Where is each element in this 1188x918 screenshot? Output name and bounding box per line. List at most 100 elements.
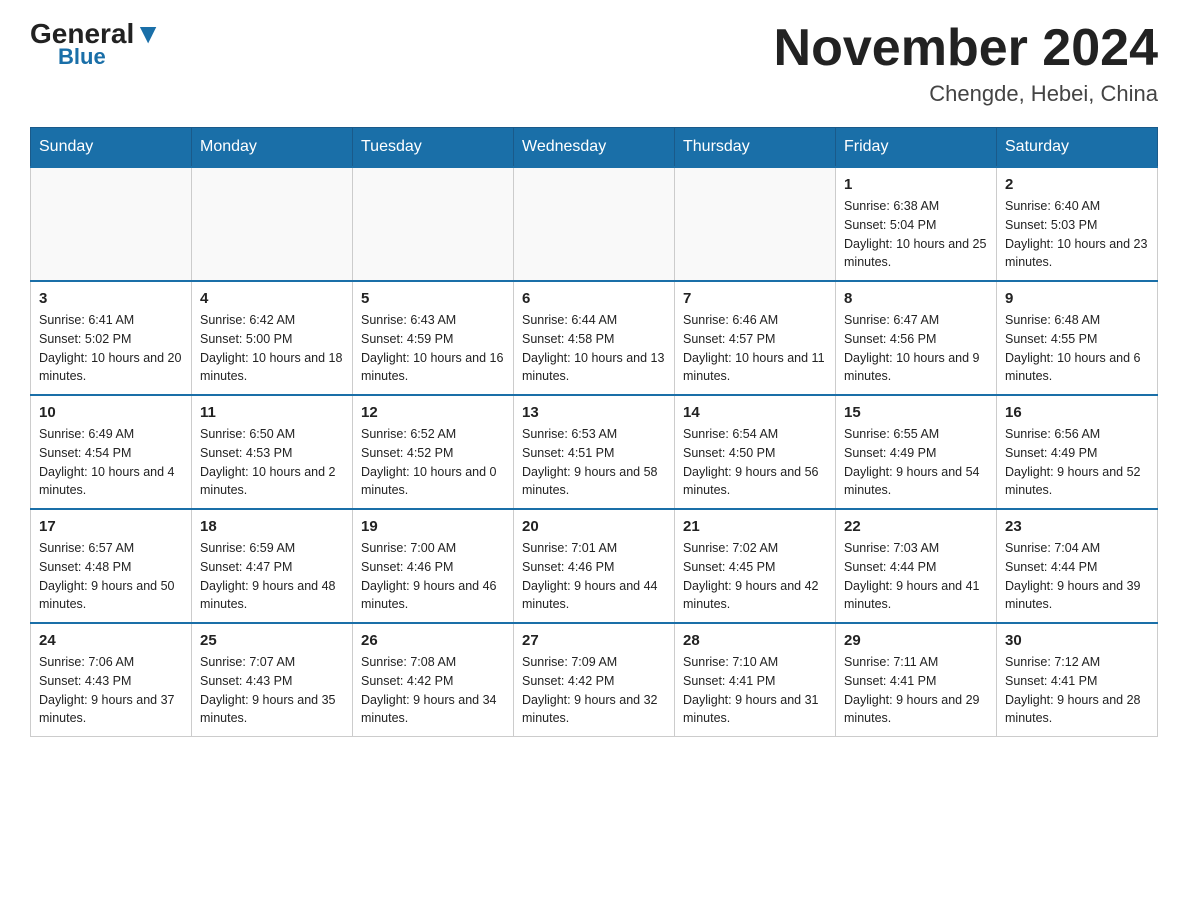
day-info: Sunrise: 7:07 AMSunset: 4:43 PMDaylight:… — [200, 653, 344, 728]
day-number: 17 — [39, 518, 183, 535]
calendar-week-row-5: 24 Sunrise: 7:06 AMSunset: 4:43 PMDayligh… — [31, 623, 1158, 737]
calendar-cell — [353, 167, 514, 281]
day-number: 9 — [1005, 290, 1149, 307]
day-number: 8 — [844, 290, 988, 307]
page-header: General▼ Blue November 2024 Chengde, Heb… — [30, 20, 1158, 107]
day-info: Sunrise: 6:57 AMSunset: 4:48 PMDaylight:… — [39, 539, 183, 614]
day-info: Sunrise: 6:44 AMSunset: 4:58 PMDaylight:… — [522, 311, 666, 386]
day-number: 6 — [522, 290, 666, 307]
day-number: 1 — [844, 176, 988, 193]
calendar-cell: 25 Sunrise: 7:07 AMSunset: 4:43 PMDayligh… — [192, 623, 353, 737]
day-info: Sunrise: 6:53 AMSunset: 4:51 PMDaylight:… — [522, 425, 666, 500]
day-number: 14 — [683, 404, 827, 421]
day-info: Sunrise: 6:56 AMSunset: 4:49 PMDaylight:… — [1005, 425, 1149, 500]
logo: General▼ Blue — [30, 20, 162, 70]
weekday-header-tuesday: Tuesday — [353, 128, 514, 168]
day-number: 5 — [361, 290, 505, 307]
weekday-header-sunday: Sunday — [31, 128, 192, 168]
day-number: 2 — [1005, 176, 1149, 193]
day-number: 25 — [200, 632, 344, 649]
calendar-cell: 16 Sunrise: 6:56 AMSunset: 4:49 PMDayligh… — [997, 395, 1158, 509]
day-info: Sunrise: 7:10 AMSunset: 4:41 PMDaylight:… — [683, 653, 827, 728]
day-info: Sunrise: 6:47 AMSunset: 4:56 PMDaylight:… — [844, 311, 988, 386]
day-number: 15 — [844, 404, 988, 421]
day-info: Sunrise: 7:08 AMSunset: 4:42 PMDaylight:… — [361, 653, 505, 728]
day-number: 20 — [522, 518, 666, 535]
calendar-cell: 30 Sunrise: 7:12 AMSunset: 4:41 PMDayligh… — [997, 623, 1158, 737]
calendar-cell: 29 Sunrise: 7:11 AMSunset: 4:41 PMDayligh… — [836, 623, 997, 737]
calendar-cell — [514, 167, 675, 281]
weekday-header-monday: Monday — [192, 128, 353, 168]
calendar-cell: 18Sunrise: 6:59 AMSunset: 4:47 PMDayligh… — [192, 509, 353, 623]
calendar-week-row-1: 1Sunrise: 6:38 AMSunset: 5:04 PMDaylight… — [31, 167, 1158, 281]
day-number: 11 — [200, 404, 344, 421]
logo-blue-text: Blue — [58, 44, 106, 70]
calendar-cell: 12 Sunrise: 6:52 AMSunset: 4:52 PMDayligh… — [353, 395, 514, 509]
day-info: Sunrise: 7:11 AMSunset: 4:41 PMDaylight:… — [844, 653, 988, 728]
day-number: 3 — [39, 290, 183, 307]
day-info: Sunrise: 7:04 AMSunset: 4:44 PMDaylight:… — [1005, 539, 1149, 614]
day-info: Sunrise: 6:43 AMSunset: 4:59 PMDaylight:… — [361, 311, 505, 386]
calendar-cell — [675, 167, 836, 281]
weekday-header-friday: Friday — [836, 128, 997, 168]
calendar-cell: 8 Sunrise: 6:47 AMSunset: 4:56 PMDaylight… — [836, 281, 997, 395]
calendar-cell — [192, 167, 353, 281]
day-info: Sunrise: 7:01 AMSunset: 4:46 PMDaylight:… — [522, 539, 666, 614]
day-number: 21 — [683, 518, 827, 535]
day-number: 16 — [1005, 404, 1149, 421]
day-number: 23 — [1005, 518, 1149, 535]
day-info: Sunrise: 6:49 AMSunset: 4:54 PMDaylight:… — [39, 425, 183, 500]
calendar-cell: 11Sunrise: 6:50 AMSunset: 4:53 PMDayligh… — [192, 395, 353, 509]
calendar-cell: 14 Sunrise: 6:54 AMSunset: 4:50 PMDayligh… — [675, 395, 836, 509]
calendar-cell: 26Sunrise: 7:08 AMSunset: 4:42 PMDayligh… — [353, 623, 514, 737]
day-number: 12 — [361, 404, 505, 421]
calendar-cell: 24 Sunrise: 7:06 AMSunset: 4:43 PMDayligh… — [31, 623, 192, 737]
day-number: 10 — [39, 404, 183, 421]
day-info: Sunrise: 7:09 AMSunset: 4:42 PMDaylight:… — [522, 653, 666, 728]
day-info: Sunrise: 6:55 AMSunset: 4:49 PMDaylight:… — [844, 425, 988, 500]
calendar-cell: 5 Sunrise: 6:43 AMSunset: 4:59 PMDaylight… — [353, 281, 514, 395]
calendar-cell: 6 Sunrise: 6:44 AMSunset: 4:58 PMDaylight… — [514, 281, 675, 395]
day-info: Sunrise: 6:52 AMSunset: 4:52 PMDaylight:… — [361, 425, 505, 500]
day-number: 30 — [1005, 632, 1149, 649]
month-year-title: November 2024 — [774, 20, 1158, 77]
day-info: Sunrise: 6:54 AMSunset: 4:50 PMDaylight:… — [683, 425, 827, 500]
location-subtitle: Chengde, Hebei, China — [774, 81, 1158, 107]
weekday-header-saturday: Saturday — [997, 128, 1158, 168]
day-info: Sunrise: 6:42 AMSunset: 5:00 PMDaylight:… — [200, 311, 344, 386]
calendar-cell: 2Sunrise: 6:40 AMSunset: 5:03 PMDaylight… — [997, 167, 1158, 281]
day-info: Sunrise: 7:12 AMSunset: 4:41 PMDaylight:… — [1005, 653, 1149, 728]
calendar-cell: 3 Sunrise: 6:41 AMSunset: 5:02 PMDaylight… — [31, 281, 192, 395]
calendar-cell: 17 Sunrise: 6:57 AMSunset: 4:48 PMDayligh… — [31, 509, 192, 623]
day-number: 18 — [200, 518, 344, 535]
day-number: 19 — [361, 518, 505, 535]
weekday-header-thursday: Thursday — [675, 128, 836, 168]
day-number: 24 — [39, 632, 183, 649]
calendar-cell: 28Sunrise: 7:10 AMSunset: 4:41 PMDayligh… — [675, 623, 836, 737]
calendar-cell: 20 Sunrise: 7:01 AMSunset: 4:46 PMDayligh… — [514, 509, 675, 623]
calendar-cell: 21 Sunrise: 7:02 AMSunset: 4:45 PMDayligh… — [675, 509, 836, 623]
calendar-cell: 10 Sunrise: 6:49 AMSunset: 4:54 PMDayligh… — [31, 395, 192, 509]
day-number: 13 — [522, 404, 666, 421]
calendar-cell: 9Sunrise: 6:48 AMSunset: 4:55 PMDaylight… — [997, 281, 1158, 395]
title-block: November 2024 Chengde, Hebei, China — [774, 20, 1158, 107]
day-number: 29 — [844, 632, 988, 649]
calendar-cell: 22 Sunrise: 7:03 AMSunset: 4:44 PMDayligh… — [836, 509, 997, 623]
calendar-cell — [31, 167, 192, 281]
calendar-table: SundayMondayTuesdayWednesdayThursdayFrid… — [30, 127, 1158, 737]
day-info: Sunrise: 7:06 AMSunset: 4:43 PMDaylight:… — [39, 653, 183, 728]
day-info: Sunrise: 6:41 AMSunset: 5:02 PMDaylight:… — [39, 311, 183, 386]
calendar-cell: 4 Sunrise: 6:42 AMSunset: 5:00 PMDaylight… — [192, 281, 353, 395]
calendar-week-row-4: 17 Sunrise: 6:57 AMSunset: 4:48 PMDayligh… — [31, 509, 1158, 623]
day-info: Sunrise: 6:46 AMSunset: 4:57 PMDaylight:… — [683, 311, 827, 386]
day-number: 4 — [200, 290, 344, 307]
calendar-week-row-2: 3 Sunrise: 6:41 AMSunset: 5:02 PMDaylight… — [31, 281, 1158, 395]
calendar-cell: 7Sunrise: 6:46 AMSunset: 4:57 PMDaylight… — [675, 281, 836, 395]
day-number: 22 — [844, 518, 988, 535]
day-info: Sunrise: 7:00 AMSunset: 4:46 PMDaylight:… — [361, 539, 505, 614]
calendar-cell: 1Sunrise: 6:38 AMSunset: 5:04 PMDaylight… — [836, 167, 997, 281]
calendar-cell: 23 Sunrise: 7:04 AMSunset: 4:44 PMDayligh… — [997, 509, 1158, 623]
day-info: Sunrise: 7:03 AMSunset: 4:44 PMDaylight:… — [844, 539, 988, 614]
calendar-week-row-3: 10 Sunrise: 6:49 AMSunset: 4:54 PMDayligh… — [31, 395, 1158, 509]
day-info: Sunrise: 7:02 AMSunset: 4:45 PMDaylight:… — [683, 539, 827, 614]
